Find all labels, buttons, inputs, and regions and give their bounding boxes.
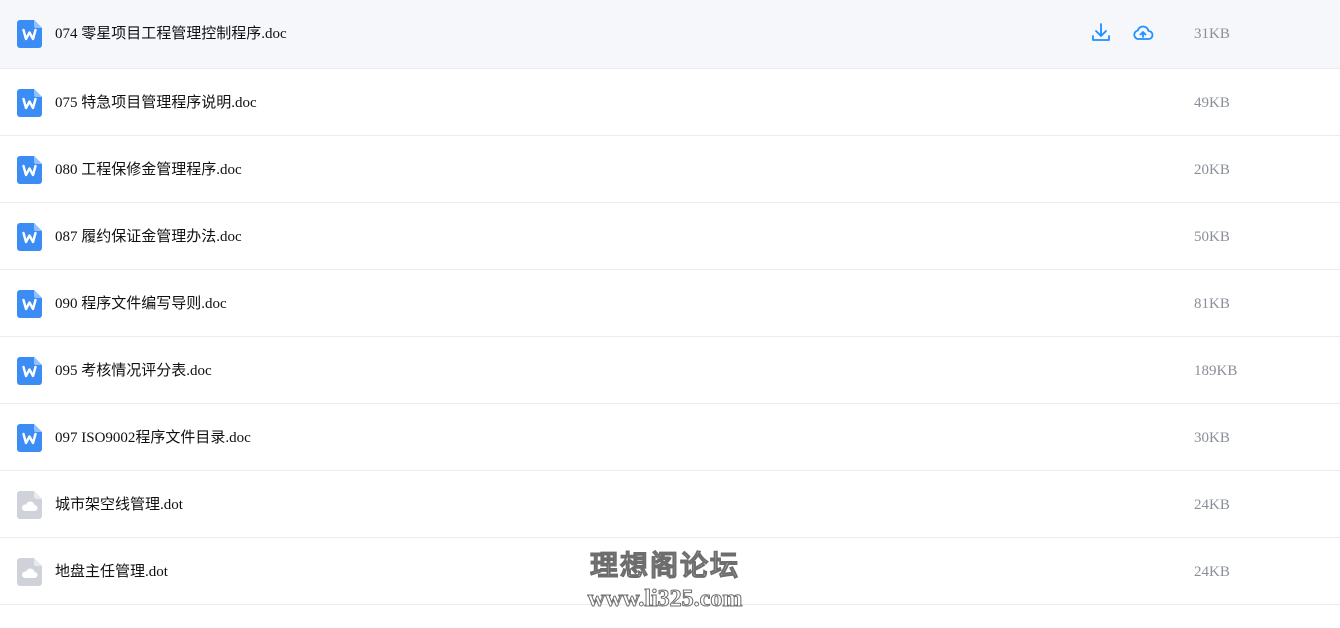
file-row[interactable]: 074 零星项目工程管理控制程序.doc 31KB [0,0,1340,69]
download-button[interactable] [1089,21,1113,45]
save-to-cloud-button[interactable] [1131,21,1155,45]
file-row[interactable]: 地盘主任管理.dot 24KB [0,538,1340,605]
file-name[interactable]: 080 工程保修金管理程序.doc [55,158,242,182]
word-doc-icon [17,424,42,452]
file-name[interactable]: 087 履约保证金管理办法.doc [55,225,242,249]
file-name[interactable]: 地盘主任管理.dot [55,560,168,584]
file-size: 31KB [1194,26,1230,42]
file-name[interactable]: 097 ISO9002程序文件目录.doc [55,426,251,450]
file-size: 30KB [1194,430,1230,446]
file-list: 074 零星项目工程管理控制程序.doc 31KB 075 特急项目管理程序说明… [0,0,1340,605]
file-name[interactable]: 095 考核情况评分表.doc [55,359,212,383]
file-row[interactable]: 090 程序文件编写导则.doc 81KB [0,270,1340,337]
word-doc-icon [17,20,42,48]
word-doc-icon [17,89,42,117]
file-size: 189KB [1194,363,1238,379]
file-name[interactable]: 074 零星项目工程管理控制程序.doc [55,22,287,46]
word-doc-icon [17,223,42,251]
file-row[interactable]: 095 考核情况评分表.doc 189KB [0,337,1340,404]
file-name[interactable]: 075 特急项目管理程序说明.doc [55,91,257,115]
file-size: 24KB [1194,497,1230,513]
file-row[interactable]: 城市架空线管理.dot 24KB [0,471,1340,538]
file-name[interactable]: 城市架空线管理.dot [55,493,183,517]
file-name[interactable]: 090 程序文件编写导则.doc [55,292,227,316]
file-row[interactable]: 097 ISO9002程序文件目录.doc 30KB [0,404,1340,471]
word-doc-icon [17,156,42,184]
word-doc-icon [17,290,42,318]
file-size: 50KB [1194,229,1230,245]
file-size: 81KB [1194,296,1230,312]
file-row[interactable]: 087 履约保证金管理办法.doc 50KB [0,203,1340,270]
cloud-file-icon [17,558,42,586]
file-size: 24KB [1194,564,1230,580]
cloud-save-icon [1133,25,1154,40]
download-icon [1092,23,1110,41]
cloud-file-icon [17,491,42,519]
file-size: 49KB [1194,95,1230,111]
file-row[interactable]: 080 工程保修金管理程序.doc 20KB [0,136,1340,203]
file-size: 20KB [1194,162,1230,178]
file-row[interactable]: 075 特急项目管理程序说明.doc 49KB [0,69,1340,136]
word-doc-icon [17,357,42,385]
